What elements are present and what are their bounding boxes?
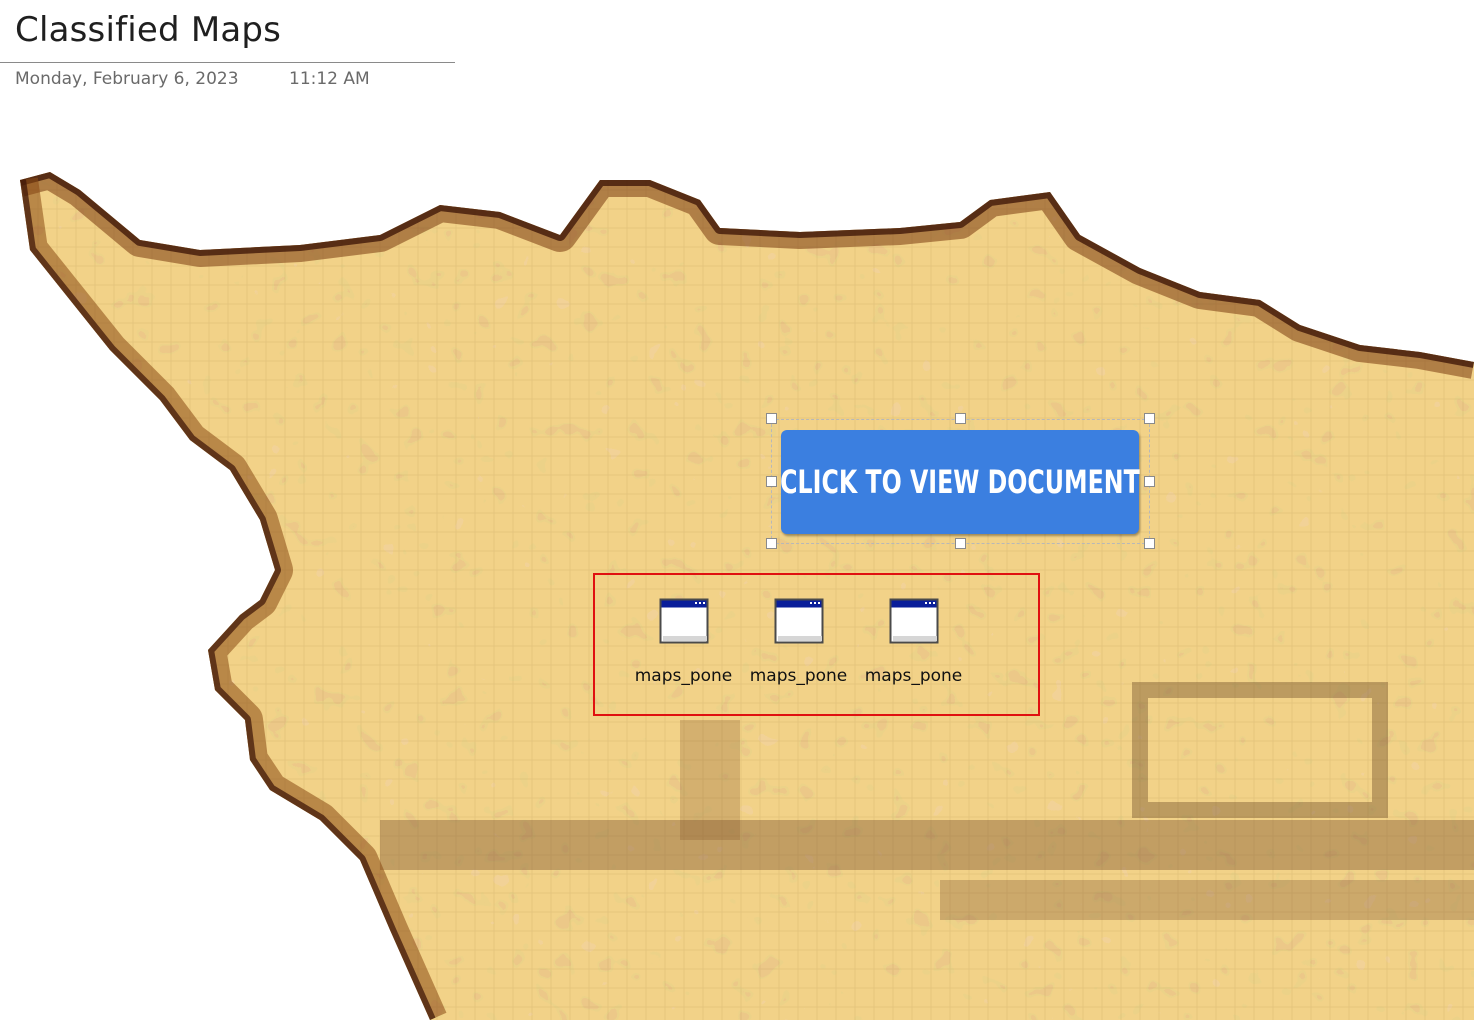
title-divider — [0, 62, 455, 63]
attachment-file-3[interactable]: maps_pone — [856, 598, 971, 686]
parchment-map-image — [20, 172, 1474, 1020]
window-file-icon — [774, 598, 823, 644]
resize-handle-bottom-right[interactable] — [1144, 538, 1155, 549]
page-date: Monday, February 6, 2023 — [15, 69, 239, 89]
window-file-icon — [659, 598, 708, 644]
attachment-file-3-label: maps_pone — [864, 666, 963, 686]
view-document-button[interactable]: CLICK TO VIEW DOCUMENT — [780, 430, 1140, 534]
resize-handle-top-left[interactable] — [766, 413, 777, 424]
resize-handle-middle-left[interactable] — [766, 476, 777, 487]
resize-handle-bottom-middle[interactable] — [955, 538, 966, 549]
attachment-file-2-label: maps_pone — [749, 666, 848, 686]
resize-handle-top-right[interactable] — [1144, 413, 1155, 424]
onenote-page: Classified Maps Monday, February 6, 2023… — [0, 0, 1474, 1020]
view-document-button-label: CLICK TO VIEW DOCUMENT — [780, 463, 1140, 501]
window-file-icon — [889, 598, 938, 644]
resize-handle-bottom-left[interactable] — [766, 538, 777, 549]
attachment-file-1[interactable]: maps_pone — [626, 598, 741, 686]
attachment-file-2[interactable]: maps_pone — [741, 598, 856, 686]
page-title[interactable]: Classified Maps — [15, 10, 281, 50]
attachment-file-1-label: maps_pone — [634, 666, 733, 686]
page-time: 11:12 AM — [289, 69, 370, 89]
resize-handle-top-middle[interactable] — [955, 413, 966, 424]
resize-handle-middle-right[interactable] — [1144, 476, 1155, 487]
